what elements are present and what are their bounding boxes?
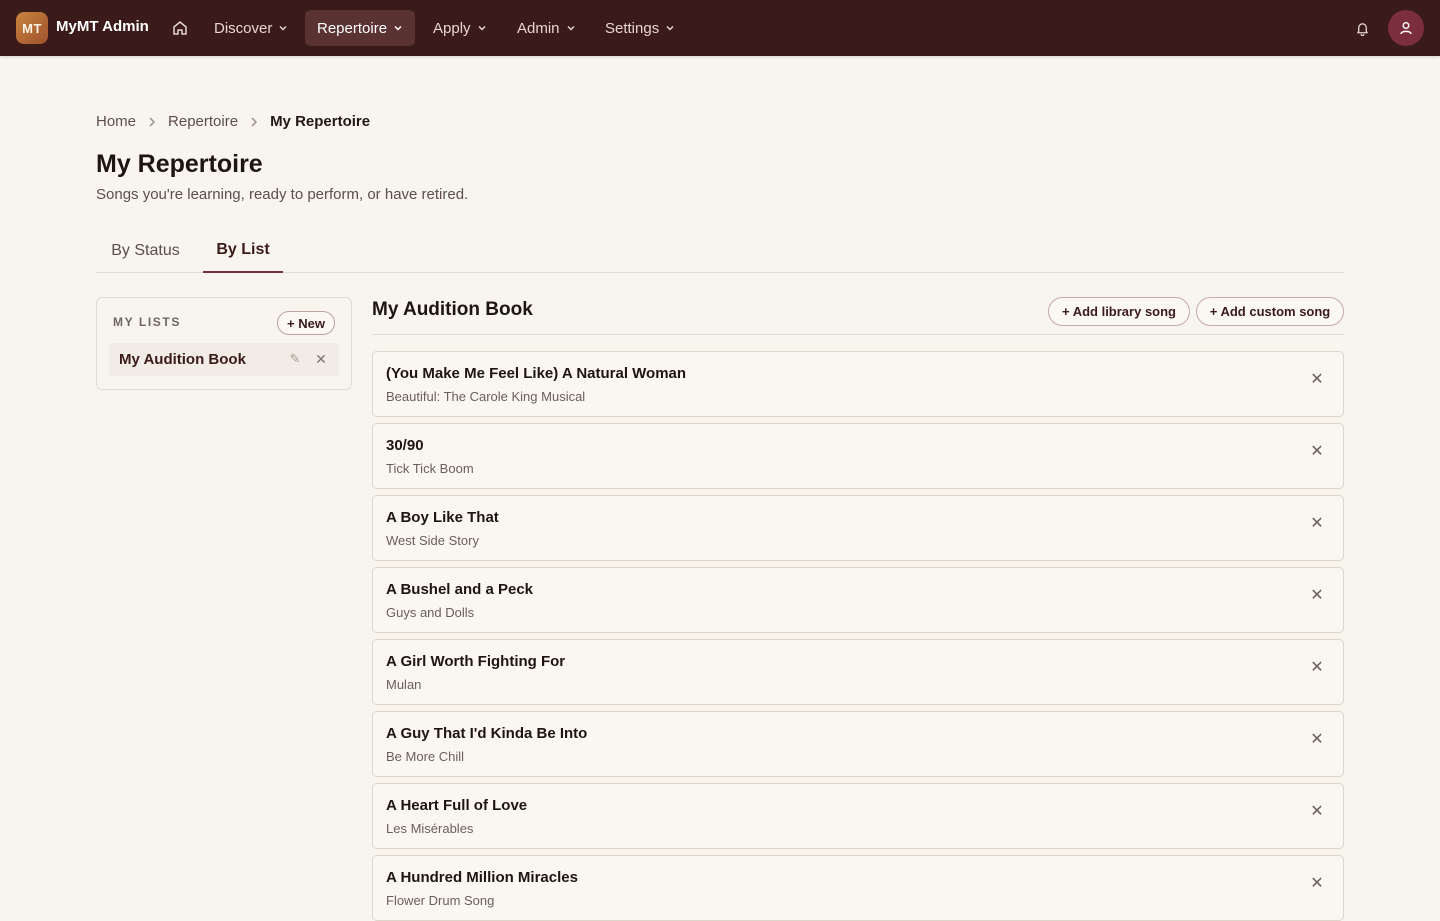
home-button[interactable] [168,16,192,40]
top-nav-bar: MT MyMT Admin Discover Repertoire Apply … [0,0,1440,56]
close-icon[interactable]: ✕ [1307,513,1327,533]
song-show: West Side Story [386,533,479,548]
chevron-down-icon [394,25,402,31]
song-show: Les Misérables [386,821,474,836]
song-show: Tick Tick Boom [386,461,474,476]
list-item[interactable]: A Bushel and a Peck Guys and Dolls ✕ [372,567,1344,633]
my-lists-panel: MY LISTS + New My Audition Book ✎ ✕ [96,297,352,390]
list-item[interactable]: A Boy Like That West Side Story ✕ [372,495,1344,561]
close-icon[interactable]: ✕ [1307,729,1327,749]
list-item[interactable]: (You Make Me Feel Like) A Natural Woman … [372,351,1344,417]
song-title: A Boy Like That [386,509,499,526]
list-item[interactable]: A Hundred Million Miracles Flower Drum S… [372,855,1344,921]
song-show: Be More Chill [386,749,465,764]
song-show: Beautiful: The Carole King Musical [386,389,586,404]
my-lists-heading: MY LISTS [113,315,181,329]
nav-settings[interactable]: Settings [593,10,687,46]
song-show: Mulan [386,677,422,692]
song-title: A Girl Worth Fighting For [386,653,566,670]
close-icon[interactable]: ✕ [1307,657,1327,677]
close-icon[interactable]: ✕ [1307,585,1327,605]
sidebar-item-my-audition-book[interactable]: My Audition Book ✎ ✕ [109,343,339,376]
list-item[interactable]: 30/90 Tick Tick Boom ✕ [372,423,1344,489]
chevron-down-icon [478,25,486,31]
close-icon[interactable]: ✕ [313,351,329,367]
list-item[interactable]: A Girl Worth Fighting For Mulan ✕ [372,639,1344,705]
song-title: 30/90 [386,437,424,454]
song-title: A Hundred Million Miracles [386,869,578,886]
nav-repertoire[interactable]: Repertoire [305,10,416,46]
list-title: My Audition Book [372,299,533,320]
nav-admin-label: Admin [517,19,560,37]
close-icon[interactable]: ✕ [1307,873,1327,893]
song-title: (You Make Me Feel Like) A Natural Woman [386,365,687,382]
song-title: A Heart Full of Love [386,797,528,814]
song-title: A Guy That I'd Kinda Be Into [386,725,588,742]
nav-discover[interactable]: Discover [202,10,300,46]
close-icon[interactable]: ✕ [1307,441,1327,461]
chevron-right-icon [251,116,258,127]
view-tabs: By Status By List [96,228,1344,273]
sidebar-item-label: My Audition Book [119,351,246,368]
add-library-song-button[interactable]: + Add library song [1048,297,1190,326]
user-icon [1400,22,1412,35]
notifications-button[interactable] [1350,16,1374,40]
breadcrumb-repertoire[interactable]: Repertoire [168,113,238,130]
user-avatar[interactable] [1388,10,1424,46]
song-show: Guys and Dolls [386,605,475,620]
chevron-down-icon [567,25,575,31]
nav-apply-label: Apply [433,19,471,37]
breadcrumb-home[interactable]: Home [96,113,136,130]
close-icon[interactable]: ✕ [1307,801,1327,821]
nav-repertoire-label: Repertoire [317,19,388,37]
nav-settings-label: Settings [605,19,660,37]
tab-by-status[interactable]: By Status [96,228,195,273]
close-icon[interactable]: ✕ [1307,369,1327,389]
chevron-down-icon [279,25,287,31]
page-subtitle: Songs you're learning, ready to perform,… [96,186,469,203]
page-title: My Repertoire [96,150,263,178]
tab-by-list[interactable]: By List [203,228,283,273]
song-show: Flower Drum Song [386,893,495,908]
nav-admin[interactable]: Admin [505,10,588,46]
add-custom-song-button[interactable]: + Add custom song [1196,297,1344,326]
app-brand-name[interactable]: MyMT Admin [56,18,149,35]
bell-icon [1356,22,1368,36]
list-divider [372,334,1344,335]
new-list-button[interactable]: + New [277,311,335,335]
app-logo[interactable]: MT [16,12,48,44]
breadcrumb: Home Repertoire My Repertoire [96,113,370,130]
chevron-down-icon [666,25,674,31]
breadcrumb-current: My Repertoire [270,113,371,130]
song-title: A Bushel and a Peck [386,581,533,598]
list-item[interactable]: A Guy That I'd Kinda Be Into Be More Chi… [372,711,1344,777]
home-icon [173,21,187,35]
list-item[interactable]: A Heart Full of Love Les Misérables ✕ [372,783,1344,849]
chevron-right-icon [149,116,156,127]
nav-discover-label: Discover [214,19,273,37]
pencil-icon[interactable]: ✎ [287,351,303,367]
nav-apply[interactable]: Apply [421,10,499,46]
